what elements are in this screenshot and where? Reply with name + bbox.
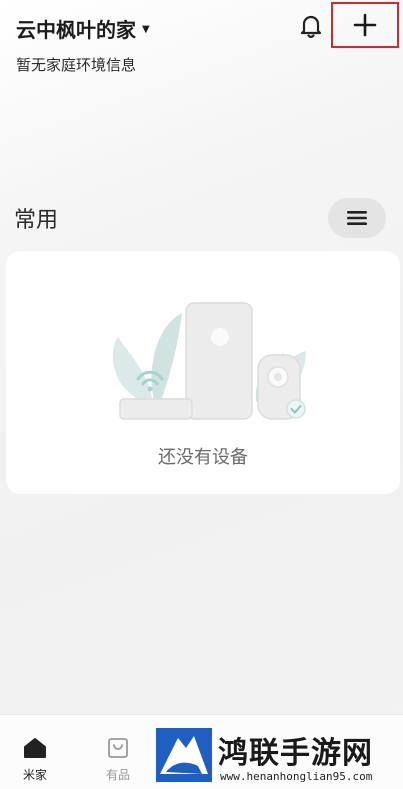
tab-shop[interactable]: 有品: [98, 737, 138, 783]
empty-message: 还没有设备: [158, 447, 248, 468]
empty-devices-card: 还没有设备: [6, 251, 400, 494]
add-device-button[interactable]: [331, 2, 399, 48]
watermark-logo-icon: [156, 728, 212, 782]
tab-home[interactable]: 米家: [15, 737, 55, 783]
caret-down-icon: ▼: [142, 24, 150, 35]
bell-icon[interactable]: [299, 13, 323, 39]
watermark: 鸿联手游网 www.henanhonglian95.com: [156, 728, 403, 786]
home-icon: [24, 738, 46, 758]
plus-icon: [353, 13, 377, 37]
watermark-title: 鸿联手游网: [218, 736, 373, 771]
home-selector[interactable]: 云中枫叶的家 ▼: [16, 14, 150, 43]
hamburger-menu-icon: [347, 211, 367, 225]
header: 云中枫叶的家 ▼ 暂无家庭环境信息: [0, 0, 403, 90]
watermark-url: www.henanhonglian95.com: [220, 770, 373, 783]
tab-home-label: 米家: [22, 768, 47, 782]
section-title-frequent: 常用: [14, 208, 59, 233]
shopping-bag-icon: [108, 738, 128, 758]
devices-placeholder-illustration: [96, 295, 316, 429]
home-name: 云中枫叶的家: [16, 18, 136, 42]
menu-button[interactable]: [328, 198, 386, 238]
environment-info: 暂无家庭环境信息: [16, 56, 137, 74]
tab-shop-label: 有品: [105, 768, 130, 782]
